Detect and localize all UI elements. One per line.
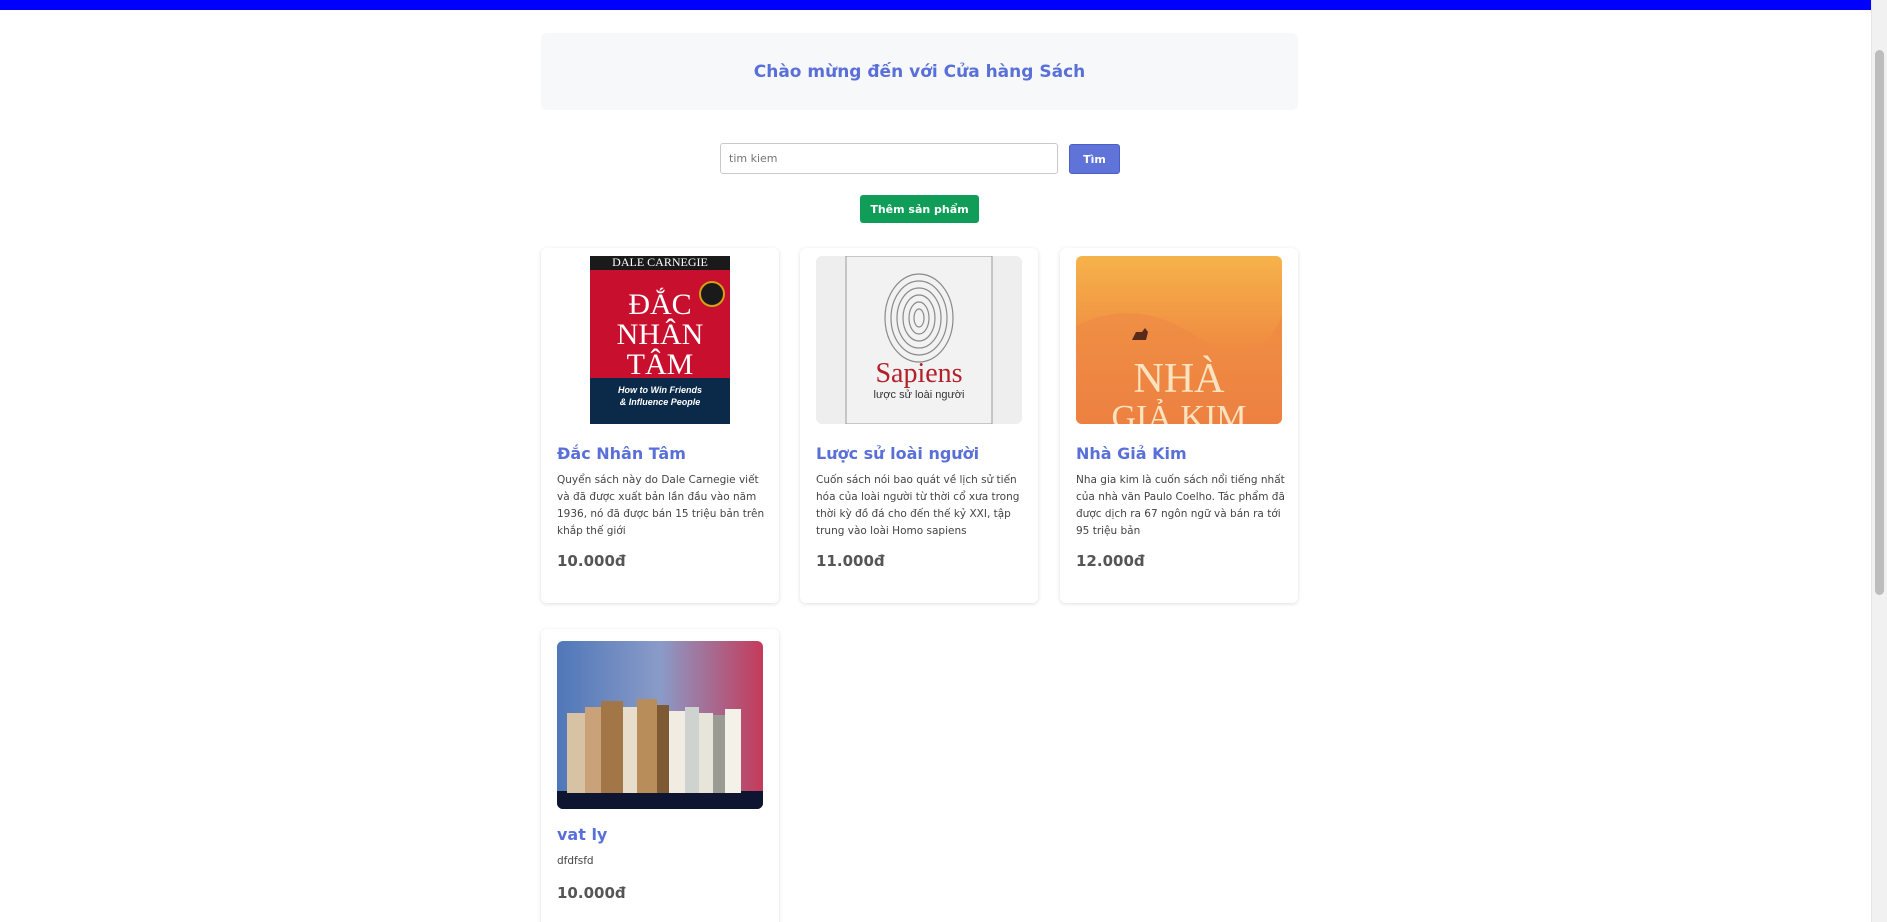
product-price: 10.000đ	[557, 552, 626, 570]
product-price: 12.000đ	[1076, 552, 1145, 570]
product-image: Sapiens lược sử loài người	[816, 256, 1022, 424]
svg-text:Sapiens: Sapiens	[875, 358, 962, 389]
svg-text:NHÀ: NHÀ	[1134, 355, 1226, 402]
product-card[interactable]: NHÀ GIẢ KIM Nhà Giả Kim Nha gia kim là c…	[1060, 248, 1298, 603]
svg-text:GIẢ KIM: GIẢ KIM	[1111, 399, 1246, 424]
top-accent-bar	[0, 0, 1871, 10]
add-product-button[interactable]: Thêm sản phẩm	[860, 195, 979, 223]
product-card[interactable]: DALE CARNEGIE ĐẮC NHÂN TÂM How to Win Fr…	[541, 248, 779, 603]
product-price: 10.000đ	[557, 884, 626, 902]
product-description: dfdfsfd	[557, 855, 594, 867]
svg-text:& Influence People: & Influence People	[620, 397, 701, 407]
product-card[interactable]: vat ly dfdfsfd 10.000đ	[541, 629, 779, 922]
product-description: Quyển sách này do Dale Carnegie viết và …	[557, 474, 765, 537]
product-description: Cuốn sách nói bao quát về lịch sử tiến h…	[816, 474, 1020, 537]
product-title[interactable]: Đắc Nhân Tâm	[557, 444, 767, 463]
page-title: Chào mừng đến với Cửa hàng Sách	[753, 61, 1086, 82]
search-input[interactable]	[720, 143, 1058, 174]
svg-text:DALE CARNEGIE: DALE CARNEGIE	[612, 256, 708, 269]
svg-text:NHÂN: NHÂN	[617, 318, 704, 351]
welcome-banner: Chào mừng đến với Cửa hàng Sách	[541, 33, 1298, 110]
product-title[interactable]: Lược sử loài người	[816, 444, 1026, 463]
svg-text:TÂM: TÂM	[627, 348, 694, 381]
product-title[interactable]: Nhà Giả Kim	[1076, 444, 1286, 463]
search-button[interactable]: Tìm	[1069, 144, 1120, 174]
product-image: NHÀ GIẢ KIM	[1076, 256, 1282, 424]
product-image	[557, 641, 763, 809]
svg-text:How to Win Friends: How to Win Friends	[618, 385, 702, 395]
scrollbar-thumb[interactable]	[1875, 50, 1884, 595]
product-title[interactable]: vat ly	[557, 825, 767, 844]
page-scrollbar[interactable]	[1871, 0, 1887, 922]
svg-text:lược sử loài người: lược sử loài người	[874, 389, 965, 401]
product-description: Nha gia kim là cuốn sách nổi tiếng nhất …	[1076, 474, 1285, 537]
product-price: 11.000đ	[816, 552, 885, 570]
svg-text:ĐẮC: ĐẮC	[628, 287, 691, 321]
product-card[interactable]: Sapiens lược sử loài người Lược sử loài …	[800, 248, 1038, 603]
product-image: DALE CARNEGIE ĐẮC NHÂN TÂM How to Win Fr…	[557, 256, 763, 424]
